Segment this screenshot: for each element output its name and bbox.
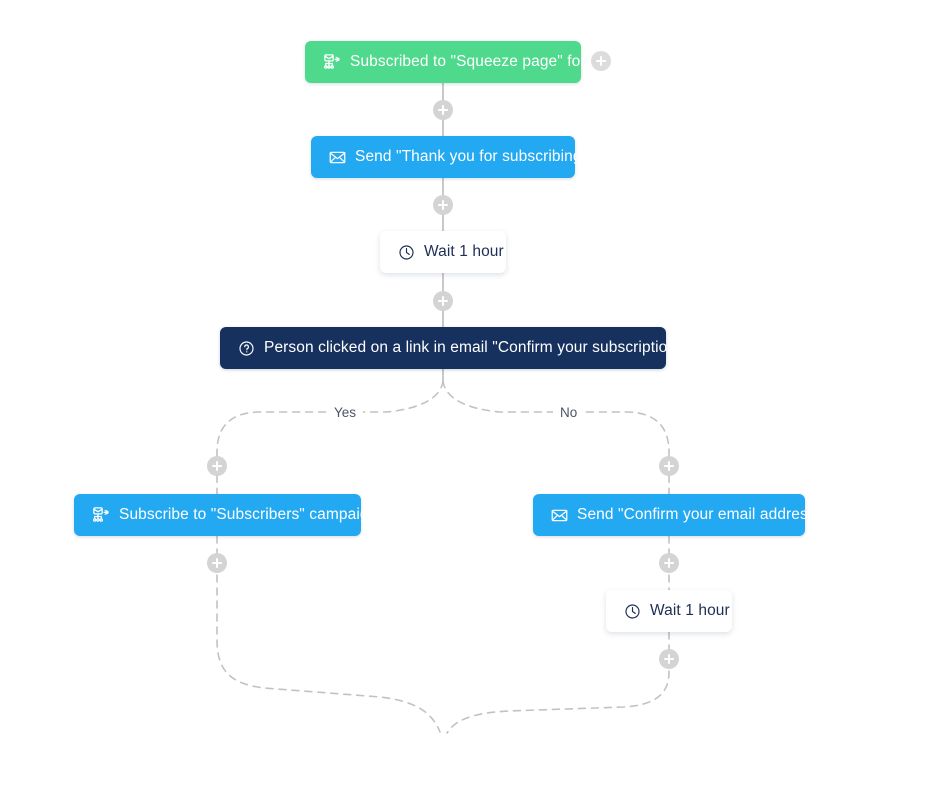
workflow-node-condition-clicked-link[interactable]: Person clicked on a link in email "Confi… [220, 327, 695, 369]
workflow-node-action-subscribe-campaign[interactable]: Subscribe to "Subscribers" campaign [74, 494, 377, 536]
add-step-button-yes-branch-bottom[interactable] [207, 553, 227, 573]
subscribe-form-icon [323, 53, 341, 71]
add-step-button-between-email-and-wait[interactable] [433, 195, 453, 215]
workflow-node-trigger-subscribed-form[interactable]: Subscribed to "Squeeze page" form [305, 41, 599, 83]
edge-yes-below-node [216, 535, 441, 733]
subscribe-campaign-icon [92, 506, 110, 524]
automation-workflow-canvas[interactable]: Subscribed to "Squeeze page" form Send "… [0, 0, 925, 785]
branch-label-yes: Yes [327, 404, 364, 423]
question-circle-icon [238, 340, 255, 357]
workflow-connectors [216, 83, 670, 734]
add-step-button-between-wait-and-condition[interactable] [433, 291, 453, 311]
workflow-node-delay-wait-1-hour-no-branch[interactable]: Wait 1 hour [606, 590, 732, 632]
node-label: Subscribed to "Squeeze page" form [350, 53, 599, 71]
node-label: Person clicked on a link in email "Confi… [264, 339, 695, 357]
workflow-node-action-send-confirm-email[interactable]: Send "Confirm your email address" [533, 494, 821, 536]
node-label: Send "Confirm your email address" [577, 506, 822, 524]
workflow-node-delay-wait-1-hour-main[interactable]: Wait 1 hour [380, 231, 506, 273]
node-label: Wait 1 hour [650, 602, 730, 620]
branch-label-no: No [553, 404, 585, 423]
edge-no-wait-down [446, 631, 670, 734]
add-step-button-no-branch-bottom[interactable] [659, 649, 679, 669]
edge-branch-yes [216, 380, 444, 495]
node-label: Subscribe to "Subscribers" campaign [119, 506, 378, 524]
add-step-button-yes-branch-top[interactable] [207, 456, 227, 476]
add-step-button-after-trigger-side[interactable] [591, 51, 611, 71]
envelope-icon [329, 149, 346, 166]
node-label: Send "Thank you for subscribing" [355, 148, 588, 166]
add-step-button-no-branch-middle[interactable] [659, 553, 679, 573]
clock-icon [624, 603, 641, 620]
add-step-button-no-branch-top[interactable] [659, 456, 679, 476]
workflow-node-action-send-thank-you[interactable]: Send "Thank you for subscribing" [311, 136, 587, 178]
envelope-icon [551, 507, 568, 524]
edge-branch-no [442, 380, 670, 495]
node-label: Wait 1 hour [424, 243, 504, 261]
clock-icon [398, 244, 415, 261]
add-step-button-between-trigger-and-email[interactable] [433, 100, 453, 120]
